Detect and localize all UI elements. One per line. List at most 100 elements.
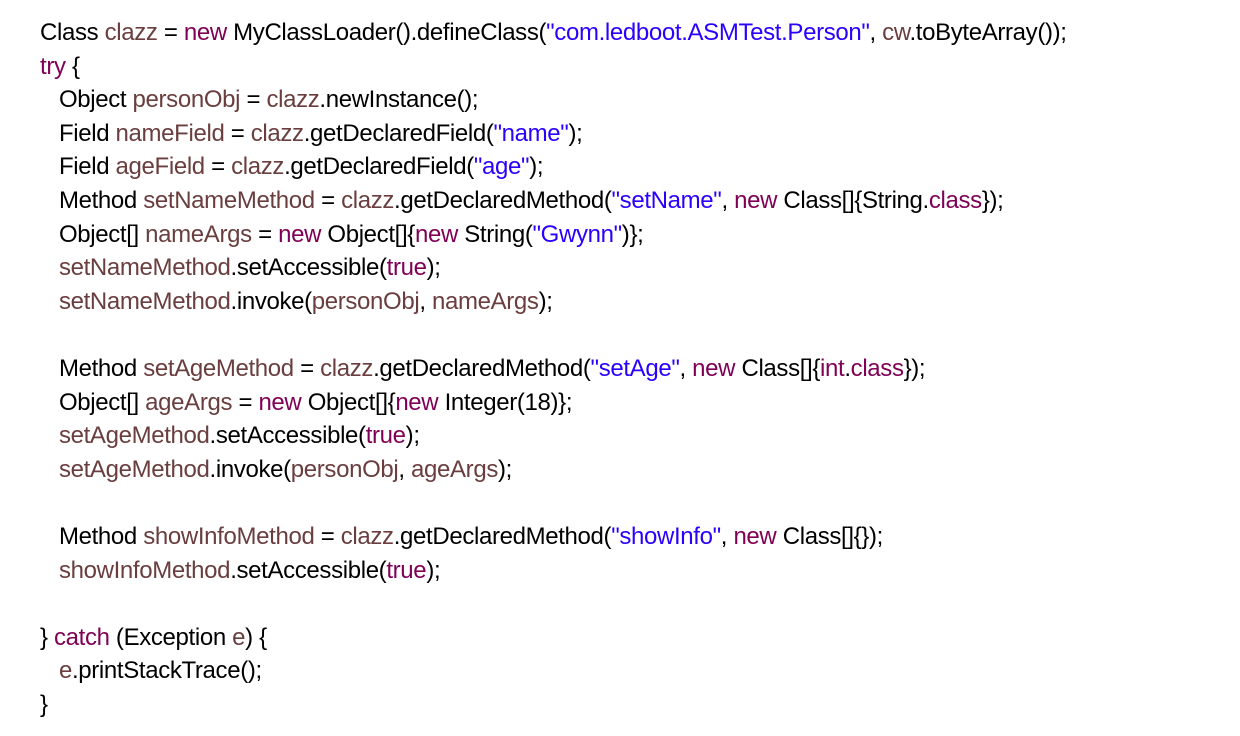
code-text: );	[497, 455, 512, 483]
code-variable: nameArgs	[432, 287, 539, 315]
code-text: MyClassLoader().defineClass(	[226, 19, 547, 46]
code-variable: ageArgs	[411, 455, 498, 483]
code-text: .setAccessible(	[230, 556, 387, 584]
code-line: showInfoMethod.setAccessible(true);	[40, 554, 1067, 588]
code-text: {	[65, 52, 80, 80]
code-text: ,	[720, 522, 734, 550]
code-line: } catch (Exception e) {	[40, 621, 1067, 655]
code-variable: setAgeMethod	[58, 455, 210, 483]
code-text: =	[232, 388, 259, 416]
code-string-literal: "Gwynn"	[532, 220, 623, 248]
code-keyword: new	[733, 522, 777, 550]
code-keyword: new	[258, 388, 302, 416]
code-line: Class clazz = new MyClassLoader().define…	[40, 16, 1067, 50]
code-variable: nameArgs	[145, 220, 252, 248]
code-text: );	[405, 422, 420, 450]
code-text: .invoke(	[230, 287, 313, 315]
code-variable: setNameMethod	[143, 186, 315, 214]
code-text: Class	[40, 19, 105, 46]
code-text: ,	[721, 186, 735, 214]
code-keyword: new	[692, 354, 736, 382]
code-string-literal: "setAge"	[590, 354, 680, 382]
code-line: setNameMethod.invoke(personObj, nameArgs…	[40, 285, 1067, 319]
code-text: }	[40, 623, 54, 651]
code-block: Class clazz = new MyClassLoader().define…	[40, 16, 1067, 721]
code-variable: setNameMethod	[58, 287, 231, 315]
code-text: Class[]{});	[776, 522, 884, 550]
code-variable: ageArgs	[145, 388, 233, 416]
code-text: );	[568, 119, 583, 147]
code-line: Object[] nameArgs = new Object[]{new Str…	[40, 218, 1067, 252]
code-text: =	[251, 220, 279, 248]
code-text: }	[40, 690, 48, 718]
code-keyword: true	[386, 556, 427, 584]
code-text: .getDeclaredMethod(	[393, 522, 612, 550]
code-text: ,	[679, 354, 693, 382]
code-text: .getDeclaredField(	[303, 119, 494, 147]
code-variable: e	[58, 657, 72, 685]
code-variable: clazz	[320, 354, 374, 382]
code-text: =	[224, 119, 251, 147]
code-text: Class[]{	[735, 354, 821, 382]
code-variable: personObj	[132, 86, 241, 114]
code-text: Method	[40, 354, 144, 382]
code-keyword: true	[386, 254, 427, 282]
code-text: .setAccessible(	[209, 422, 367, 450]
code-text: Field	[40, 119, 116, 147]
code-line: Object[] ageArgs = new Object[]{new Inte…	[40, 386, 1067, 420]
code-text: });	[903, 354, 926, 382]
code-text: (Exception	[109, 623, 233, 651]
code-text: =	[314, 186, 342, 214]
code-variable: cw	[882, 19, 910, 46]
code-variable: setAgeMethod	[58, 422, 210, 450]
code-line: Method setAgeMethod = clazz.getDeclaredM…	[40, 352, 1067, 386]
code-variable: clazz	[231, 153, 285, 181]
code-string-literal: "name"	[493, 119, 569, 147]
code-variable: showInfoMethod	[143, 522, 315, 550]
code-variable: e	[232, 623, 246, 651]
code-keyword: new	[414, 220, 458, 248]
code-text: .printStackTrace();	[71, 657, 262, 685]
code-keyword: new	[278, 220, 322, 248]
code-keyword: int	[820, 354, 845, 382]
code-text: String(	[457, 220, 533, 248]
code-line: Object personObj = clazz.newInstance();	[40, 83, 1067, 117]
code-keyword: true	[365, 422, 406, 450]
code-keyword: new	[395, 388, 439, 416]
code-text: .newInstance();	[319, 86, 479, 114]
code-text: );	[538, 287, 553, 315]
code-text: ,	[869, 19, 883, 46]
code-line: Field nameField = clazz.getDeclaredField…	[40, 117, 1067, 151]
code-text: =	[314, 522, 341, 550]
code-variable: clazz	[266, 86, 320, 114]
code-text: .invoke(	[209, 455, 292, 483]
code-string-literal: "showInfo"	[611, 522, 721, 550]
code-text: =	[157, 19, 184, 46]
code-string-literal: "age"	[473, 153, 530, 181]
code-text: );	[426, 254, 441, 282]
code-variable: personObj	[290, 455, 399, 483]
code-keyword: class	[928, 186, 982, 214]
code-variable: personObj	[311, 287, 420, 315]
code-text: ) {	[245, 623, 267, 651]
code-keyword: try	[40, 52, 66, 80]
code-variable: clazz	[104, 19, 158, 46]
code-variable: clazz	[250, 119, 304, 147]
code-variable: setNameMethod	[58, 254, 231, 282]
code-line: try {	[40, 50, 1067, 84]
code-text: .setAccessible(	[230, 254, 388, 282]
code-line: Method setNameMethod = clazz.getDeclared…	[40, 184, 1067, 218]
code-line: setAgeMethod.setAccessible(true);	[40, 419, 1067, 453]
code-line: e.printStackTrace();	[40, 654, 1067, 688]
code-text: Object[]	[40, 388, 146, 416]
code-text: Method	[40, 186, 144, 214]
code-line: setNameMethod.setAccessible(true);	[40, 251, 1067, 285]
code-variable: ageField	[115, 153, 206, 181]
code-line: }	[40, 688, 1067, 722]
code-variable: setAgeMethod	[143, 354, 294, 382]
